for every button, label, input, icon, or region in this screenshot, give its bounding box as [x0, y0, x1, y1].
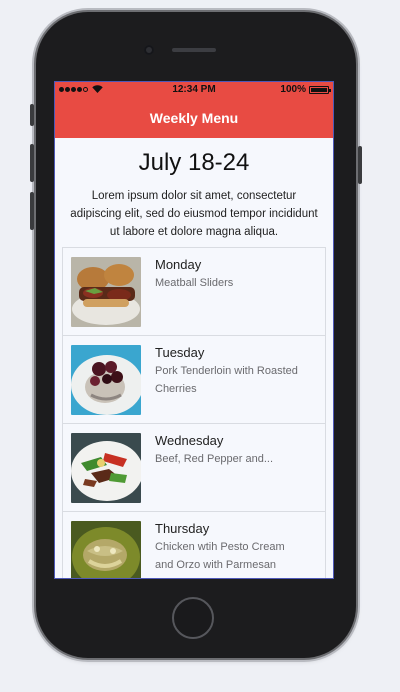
list-item-monday[interactable]: Monday Meatball Sliders	[63, 248, 325, 336]
app-screen: 12:34 PM 100% Weekly Menu July 18-24 Lor…	[54, 81, 334, 579]
main-content: July 18-24 Lorem ipsum dolor sit amet, c…	[55, 149, 333, 578]
menu-item-dish: Beef, Red Pepper and...	[155, 453, 274, 465]
chicken-pesto-photo	[71, 521, 141, 578]
menu-item-day: Wednesday	[155, 433, 224, 448]
page-title: Weekly Menu	[149, 109, 239, 126]
mute-switch	[30, 104, 34, 126]
menu-item-day: Tuesday	[155, 345, 205, 360]
date-range-heading: July 18-24	[138, 149, 250, 176]
list-item-thursday[interactable]: Thursday Chicken wtih Pesto Cream and Or…	[63, 512, 325, 578]
menu-item-dish: Meatball Sliders	[155, 277, 234, 289]
power-button	[358, 146, 362, 184]
meatball-sliders-photo	[71, 257, 141, 327]
earpiece-speaker	[172, 48, 216, 52]
navbar: Weekly Menu	[55, 97, 333, 138]
wifi-icon	[92, 84, 103, 95]
menu-item-day: Thursday	[155, 521, 210, 536]
volume-up-button	[30, 144, 34, 182]
front-camera	[144, 45, 154, 55]
home-button[interactable]	[172, 597, 214, 639]
battery-percent: 100%	[280, 84, 306, 95]
menu-item-day: Monday	[155, 257, 202, 272]
battery-icon	[309, 85, 331, 94]
list-item-wednesday[interactable]: Wednesday Beef, Red Pepper and...	[63, 424, 325, 512]
volume-down-button	[30, 192, 34, 230]
signal-dots-icon	[59, 87, 88, 92]
menu-item-dish: Pork Tenderloin with Roasted Cherries	[155, 365, 298, 395]
menu-list: Monday Meatball Sliders Tuesday Pork Ten…	[62, 247, 326, 578]
list-item-tuesday[interactable]: Tuesday Pork Tenderloin with Roasted Che…	[63, 336, 325, 424]
beef-red-pepper-photo	[71, 433, 141, 503]
menu-item-dish: Chicken wtih Pesto Cream and Orzo with P…	[155, 541, 285, 571]
status-bar: 12:34 PM 100%	[55, 82, 333, 97]
pork-tenderloin-photo	[71, 345, 141, 415]
intro-text: Lorem ipsum dolor sit amet, consectetur …	[70, 190, 318, 238]
